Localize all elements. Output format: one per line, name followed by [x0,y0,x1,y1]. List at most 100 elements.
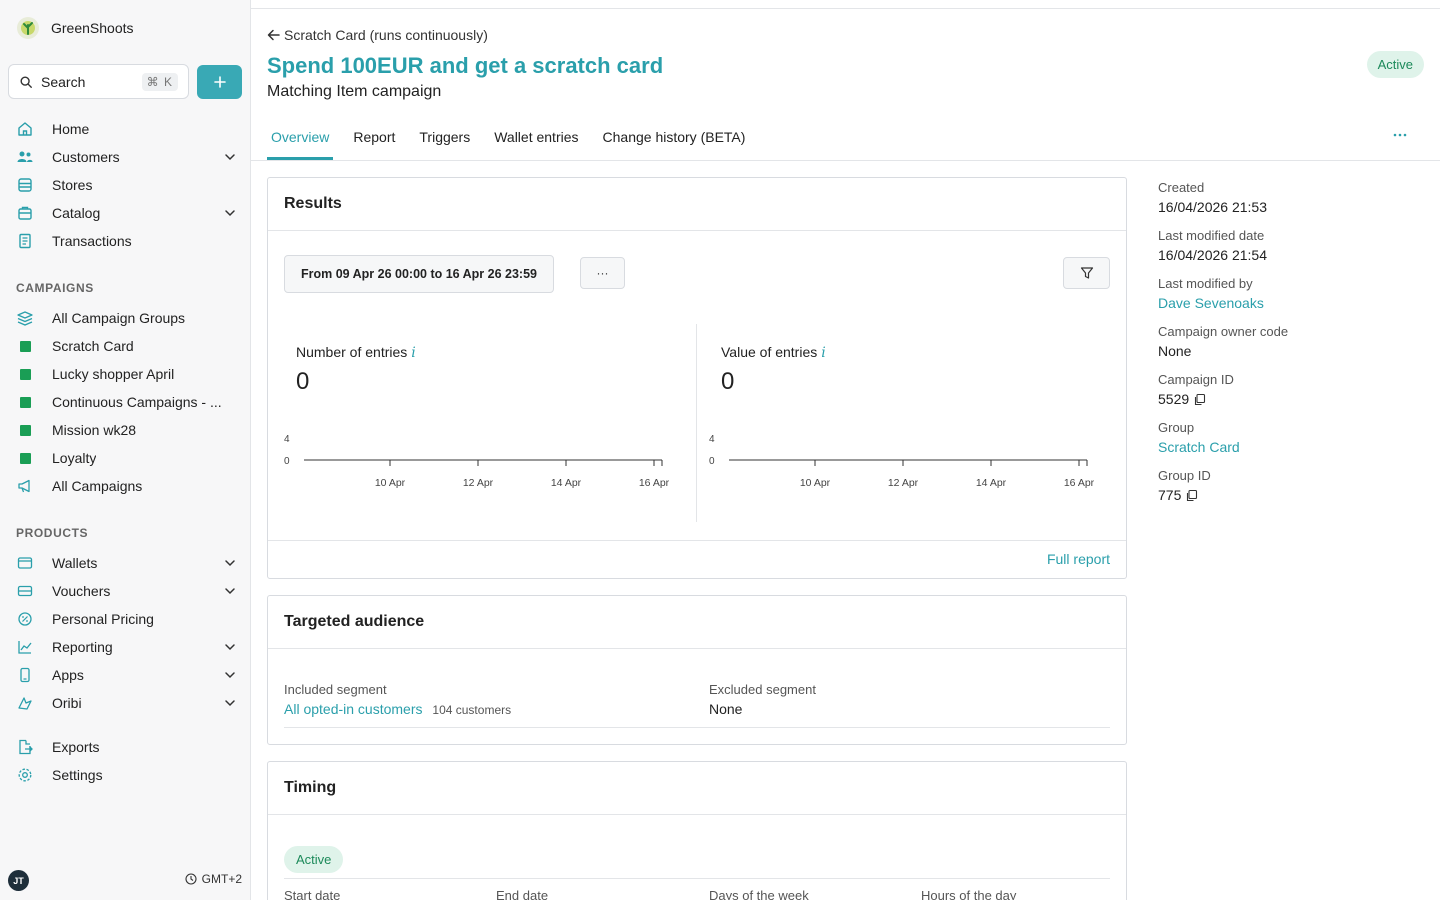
nav-campaign-continuous[interactable]: Continuous Campaigns - ... [16,390,242,414]
nav-stores[interactable]: Stores [16,173,242,197]
info-icon[interactable]: i [821,345,825,361]
chevron-down-icon[interactable] [224,151,236,163]
y-tick-label: 0 [284,456,290,467]
included-segment-label: Included segment [284,682,387,697]
copy-icon[interactable] [1193,393,1206,406]
entries-value-chart: 4 0 10 Apr 12 Apr 14 Apr 16 Apr [709,434,1095,489]
nav-label: Loyalty [52,450,97,466]
add-button[interactable] [197,65,242,99]
tab-report[interactable]: Report [349,121,399,160]
date-range-button[interactable]: From 09 Apr 26 00:00 to 16 Apr 26 23:59 [284,255,554,293]
nav-exports[interactable]: Exports [16,735,242,759]
x-tick-label: 10 Apr [800,477,831,489]
x-tick-label: 12 Apr [463,477,494,489]
included-segment-count: 104 customers [432,703,512,717]
nav-apps[interactable]: Apps [16,663,242,687]
timing-divider [284,878,1110,879]
nav-vouchers[interactable]: Vouchers [16,579,242,603]
nav-label: Scratch Card [52,338,134,354]
campaigns-section-heading: CAMPAIGNS [16,281,94,295]
entries-count-chart: 4 0 10 Apr 12 Apr 14 Apr 16 Apr [284,434,670,489]
last-modified-by-label: Last modified by [1158,276,1253,291]
timezone-label: GMT+2 [201,872,242,886]
chevron-down-icon[interactable] [224,207,236,219]
chevron-down-icon[interactable] [224,669,236,681]
nav-label: Exports [52,739,100,755]
chevron-down-icon[interactable] [224,697,236,709]
date-options-button[interactable]: ··· [580,257,625,289]
layers-icon [16,309,34,327]
results-title: Results [268,178,1126,231]
tab-divider [251,160,1440,161]
nav-customers[interactable]: Customers [16,145,242,169]
x-tick-label: 12 Apr [888,477,919,489]
chevron-down-icon[interactable] [224,557,236,569]
products-section-heading: PRODUCTS [16,526,89,540]
copy-icon[interactable] [1185,489,1198,502]
nav-campaign-lucky-shopper[interactable]: Lucky shopper April [16,362,242,386]
nav-label: Lucky shopper April [52,366,175,382]
metric-value-of-entries: Value of entries i 0 4 0 10 Apr 12 Apr 14 Apr… [709,324,1109,524]
clock-icon [185,873,197,885]
nav-wallets[interactable]: Wallets [16,551,242,575]
chevron-down-icon[interactable] [224,585,236,597]
nav-all-campaign-groups[interactable]: All Campaign Groups [16,306,242,330]
nav-label: Settings [52,767,103,783]
brand[interactable]: GreenShoots [16,16,134,40]
timezone[interactable]: GMT+2 [185,872,242,886]
x-tick-label: 16 Apr [639,477,670,489]
green-square-icon [16,421,34,439]
megaphone-icon [16,477,34,495]
nav-label: All Campaign Groups [52,310,186,326]
sidebar: GreenShoots Search ⌘ K Home Customers St… [0,0,251,900]
filter-button[interactable] [1063,257,1110,289]
nav-reporting[interactable]: Reporting [16,635,242,659]
more-options-icon[interactable] [1392,129,1408,141]
info-icon[interactable]: i [411,345,415,361]
timing-status-badge: Active [284,846,344,873]
group-link[interactable]: Scratch Card [1158,437,1418,457]
nav-campaign-mission[interactable]: Mission wk28 [16,418,242,442]
search-label: Search [41,73,86,90]
gear-icon [16,766,34,784]
nav-label: Stores [52,177,93,193]
campaign-owner-code-value: None [1158,343,1192,359]
included-segment-link[interactable]: All opted-in customers [284,701,423,717]
sidebar-footer: JT GMT+2 [8,870,242,891]
nav-oribi[interactable]: Oribi [16,691,242,715]
phone-icon [16,666,34,684]
nav-all-campaigns[interactable]: All Campaigns [16,474,242,498]
tab-bar: Overview Report Triggers Wallet entries … [267,121,765,160]
status-badge: Active [1366,51,1424,78]
avatar[interactable]: JT [8,870,29,891]
tab-triggers[interactable]: Triggers [415,121,474,160]
last-modified-by-link[interactable]: Dave Sevenoaks [1158,293,1418,313]
catalog-icon [16,204,34,222]
nav-catalog[interactable]: Catalog [16,201,242,225]
nav-transactions[interactable]: Transactions [16,229,242,253]
nav-campaign-scratch-card[interactable]: Scratch Card [16,334,242,358]
search-input[interactable]: Search ⌘ K [8,64,189,99]
full-report-link[interactable]: Full report [1047,551,1110,567]
x-tick-label: 10 Apr [375,477,406,489]
nav-label: Oribi [52,695,82,711]
chevron-down-icon[interactable] [224,641,236,653]
y-tick-label: 4 [709,434,715,445]
tab-wallet-entries[interactable]: Wallet entries [490,121,582,160]
campaign-id-value: 5529 [1158,391,1190,407]
tab-overview[interactable]: Overview [267,121,334,160]
nav-label: Mission wk28 [52,422,137,438]
nav-campaign-loyalty[interactable]: Loyalty [16,446,242,470]
oribi-icon [16,694,34,712]
green-square-icon [16,365,34,383]
nav-settings[interactable]: Settings [16,763,242,787]
tab-change-history[interactable]: Change history (BETA) [599,121,750,160]
group-id-value: 775 [1158,487,1182,503]
nav-personal-pricing[interactable]: Personal Pricing [16,607,242,631]
main-content: Scratch Card (runs continuously) Spend 1… [251,8,1440,900]
green-square-icon [16,337,34,355]
back-link[interactable]: Scratch Card (runs continuously) [267,27,488,43]
nav-label: Reporting [52,639,113,655]
green-square-icon [16,449,34,467]
nav-home[interactable]: Home [16,117,242,141]
